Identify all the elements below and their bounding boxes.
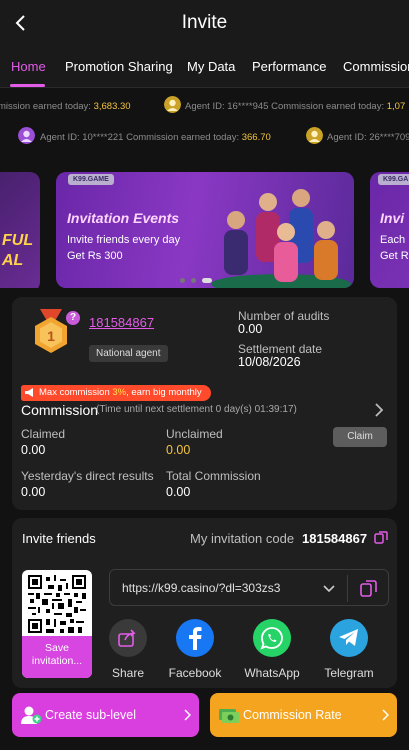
settlement-label: Settlement date: [238, 342, 323, 356]
ticker-row-2: Agent ID: 10****221 Commission earned to…: [0, 123, 409, 153]
qr-code: [28, 575, 86, 633]
invite-link-field[interactable]: https://k99.casino/?dl=303zs3: [109, 569, 389, 606]
copy-code-icon[interactable]: [374, 531, 388, 545]
ticker-item: Agent ID: 16****945 Commission earned to…: [185, 101, 406, 112]
commission-rate-button[interactable]: Commission Rate: [210, 693, 397, 737]
facebook-icon: [189, 627, 202, 650]
carousel-dots: [180, 278, 212, 283]
chevron-right-icon: [184, 709, 191, 721]
chevron-right-icon: [382, 709, 389, 721]
total-commission-label: Total Commission: [166, 469, 261, 483]
banner-subtitle: Invite friends every day: [67, 234, 181, 246]
active-tab-indicator: [10, 84, 45, 87]
money-icon: [219, 709, 239, 723]
share-icon: [118, 629, 136, 647]
brand-tag: K99.GAME: [68, 174, 114, 185]
tab-bar: Home Promotion Sharing My Data Performan…: [0, 46, 409, 88]
level-medal-icon: 1: [35, 309, 67, 353]
ticker-item: Agent ID: 26****709: [327, 132, 409, 143]
promo-banner: Max commission 3%, earn big monthly: [21, 385, 211, 401]
tab-performance[interactable]: Performance: [252, 59, 326, 74]
megaphone-icon: [25, 388, 33, 397]
invitation-qr-card: Save invitation...: [22, 570, 92, 678]
tab-promotion-sharing[interactable]: Promotion Sharing: [65, 59, 173, 74]
settlement-countdown: (Time until next settlement 0 day(s) 01:…: [96, 404, 297, 415]
telegram-icon: [339, 629, 358, 646]
ticker-row-1: mission earned today: 3,683.30 Agent ID:…: [0, 92, 409, 122]
invite-link-text: https://k99.casino/?dl=303zs3: [122, 581, 281, 595]
app-header: Invite: [0, 0, 409, 46]
share-option-facebook[interactable]: Facebook: [167, 619, 223, 680]
carousel-dot[interactable]: [180, 278, 185, 283]
add-user-icon: [21, 706, 42, 724]
audits-label: Number of audits: [238, 309, 330, 323]
copy-link-icon[interactable]: [360, 580, 377, 597]
banner-title: Invitation Events: [67, 210, 180, 226]
audits-value: 0.00: [238, 322, 263, 336]
carousel-dot[interactable]: [191, 278, 196, 283]
tab-home[interactable]: Home: [11, 59, 46, 74]
unclaimed-value: 0.00: [166, 443, 191, 457]
agent-summary-card: 1 ? 181584867 National agent Number of a…: [12, 297, 397, 510]
agent-avatar-icon: [164, 96, 181, 113]
total-commission-value: 0.00: [166, 485, 191, 499]
tab-commission[interactable]: Commission: [343, 59, 409, 74]
share-option-telegram[interactable]: Telegram: [317, 619, 381, 680]
yesterday-results-value: 0.00: [21, 485, 46, 499]
settlement-value: 10/08/2026: [238, 355, 301, 369]
commission-title: Commission: [21, 402, 99, 418]
save-invitation-button[interactable]: Save invitation...: [22, 636, 92, 678]
create-sub-level-button[interactable]: Create sub-level: [12, 693, 199, 737]
banner-carousel[interactable]: FUL AL K99.GAME Invitation Events Invite…: [0, 162, 409, 288]
help-icon[interactable]: ?: [66, 311, 80, 325]
agent-type-badge: National agent: [89, 345, 168, 362]
banner-reward: Get Rs 300: [67, 250, 123, 262]
share-option-whatsapp[interactable]: WhatsApp: [240, 619, 304, 680]
invite-friends-title: Invite friends: [22, 531, 96, 546]
claimed-label: Claimed: [21, 427, 66, 441]
carousel-dot-active[interactable]: [202, 278, 212, 283]
agent-avatar-icon: [306, 127, 323, 144]
chevron-down-icon[interactable]: [323, 584, 335, 594]
whatsapp-icon: [260, 627, 283, 650]
unclaimed-label: Unclaimed: [166, 427, 223, 441]
chevron-right-icon[interactable]: [372, 401, 386, 419]
share-option-share[interactable]: Share: [108, 619, 148, 680]
tab-my-data[interactable]: My Data: [187, 59, 235, 74]
invitation-code-value: 181584867: [302, 531, 368, 546]
divider: [347, 575, 348, 602]
ticker-item: Agent ID: 10****221 Commission earned to…: [40, 132, 271, 143]
banner-people-illustration: [211, 189, 351, 288]
invite-friends-card: Invite friends My invitation code 181584…: [12, 518, 397, 688]
banner-slide-invitation-events[interactable]: K99.GAME Invitation Events Invite friend…: [56, 172, 354, 288]
agent-id-link[interactable]: 181584867: [89, 315, 154, 330]
banner-slide-previous[interactable]: FUL AL: [0, 172, 40, 288]
level-number: 1: [47, 328, 55, 344]
page-title: Invite: [181, 12, 228, 33]
invitation-code-label: My invitation code: [190, 531, 295, 546]
agent-avatar-icon: [18, 127, 35, 144]
yesterday-results-label: Yesterday's direct results: [21, 469, 154, 483]
claimed-value: 0.00: [21, 443, 46, 457]
banner-slide-next[interactable]: K99.GA Invi Each Get R: [370, 172, 409, 288]
ticker-item: mission earned today: 3,683.30: [0, 101, 131, 112]
claim-button[interactable]: Claim: [333, 427, 387, 447]
